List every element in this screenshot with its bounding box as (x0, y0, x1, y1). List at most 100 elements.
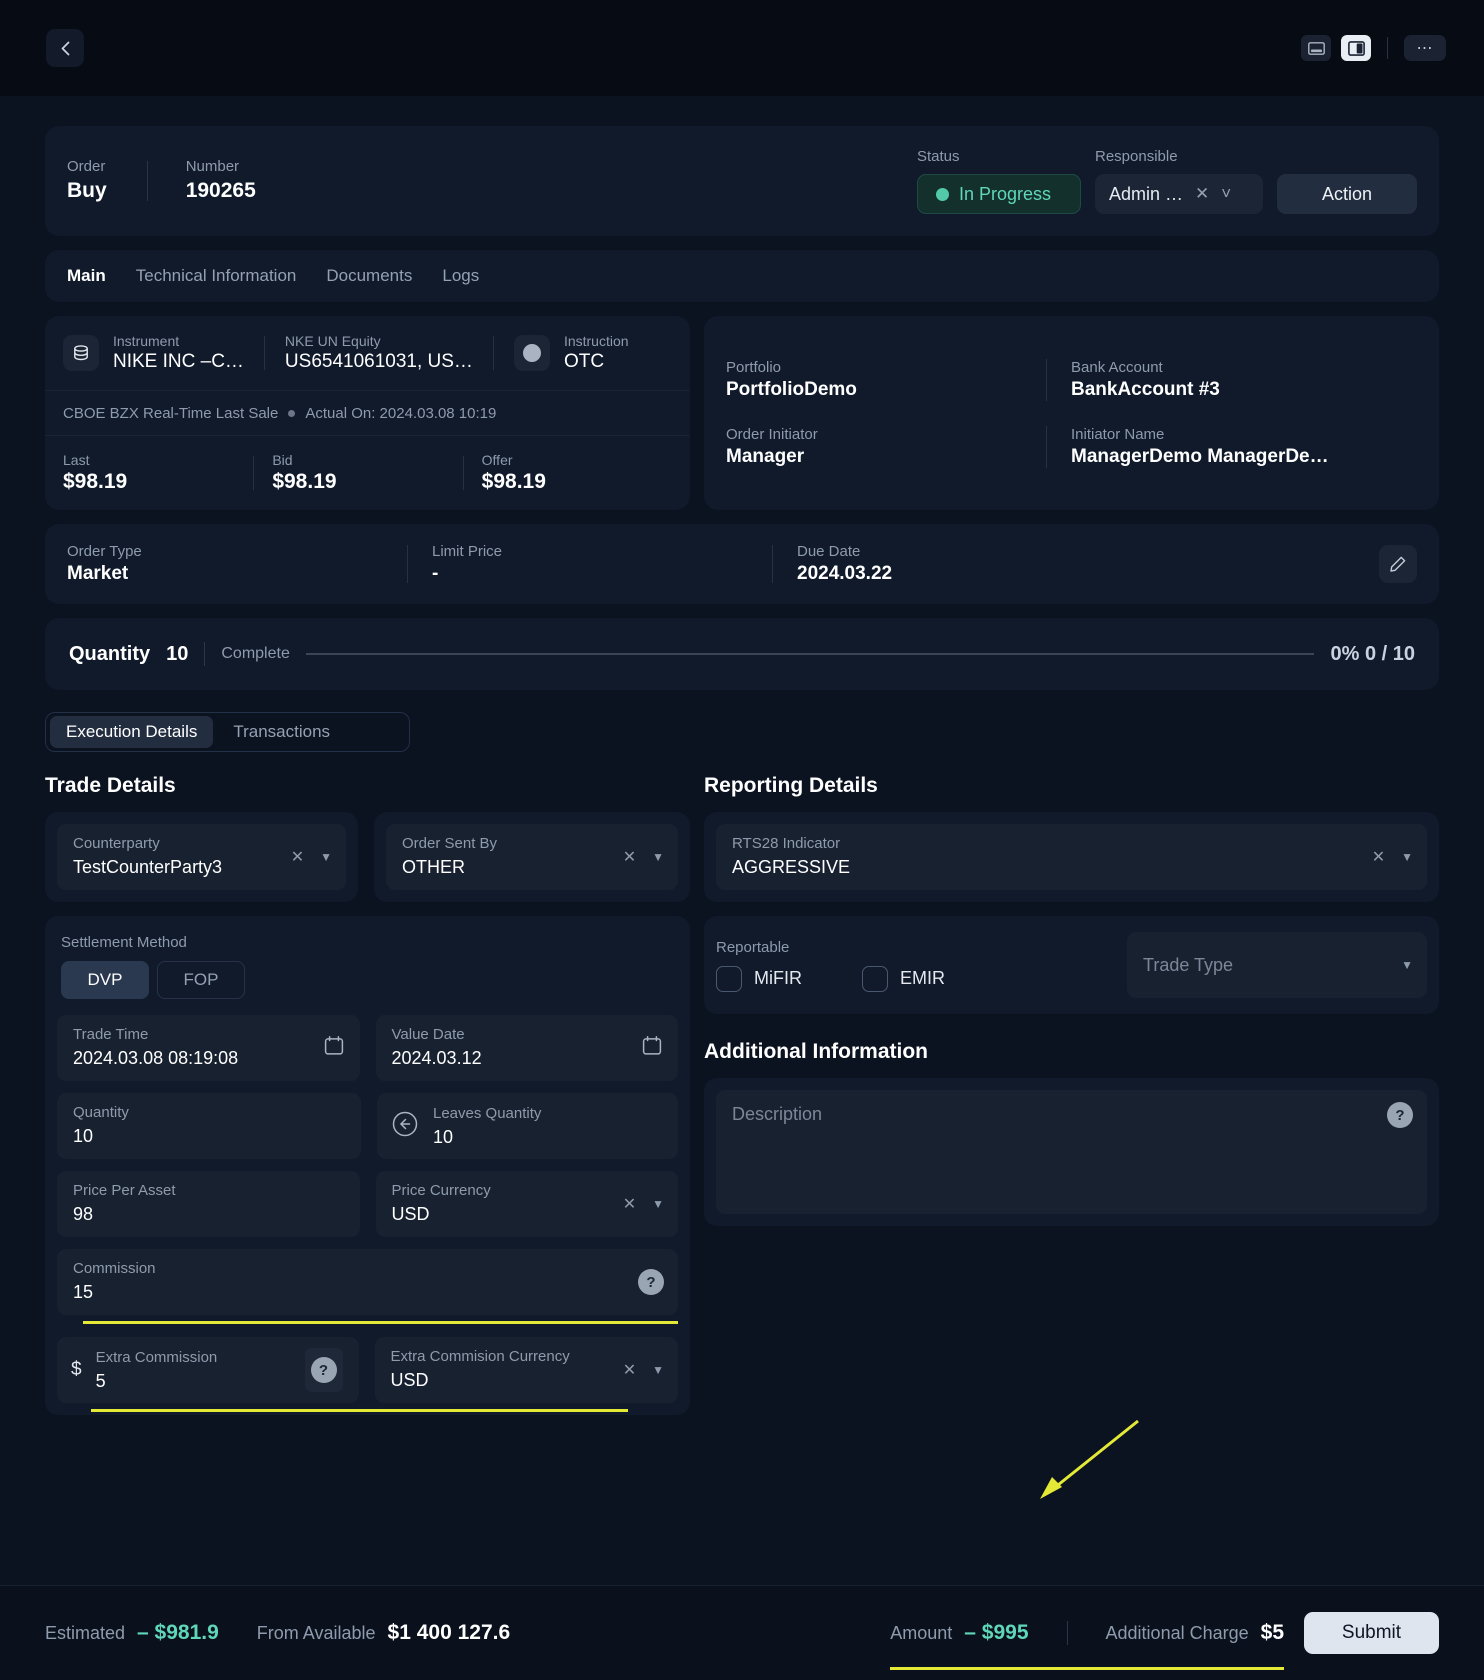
tab-main[interactable]: Main (67, 266, 106, 286)
panel-view-icon (1308, 42, 1325, 55)
estimated-group: Estimated – $981.9 (45, 1621, 219, 1645)
clear-icon[interactable]: ✕ (291, 847, 304, 867)
bid-label: Bid (272, 452, 462, 468)
calendar-icon[interactable] (324, 1036, 344, 1061)
portfolio-divider (1046, 359, 1047, 401)
subtab-transactions[interactable]: Transactions (217, 716, 346, 748)
trade-time-field[interactable]: Trade Time 2024.03.08 08:19:08 (57, 1015, 360, 1081)
checkbox-icon[interactable] (716, 966, 742, 992)
instruction-value: OTC (564, 351, 629, 373)
initiator-divider (1046, 426, 1047, 468)
responsible-select[interactable]: Admin … ✕ ˅ (1095, 174, 1263, 214)
commission-wrapper: Commission 15 ? (57, 1249, 678, 1315)
quantity-row: Quantity 10 (57, 1093, 678, 1159)
settlement-option-fop[interactable]: FOP (157, 961, 245, 999)
offer-label: Offer (482, 452, 672, 468)
currency-symbol: $ (71, 1359, 82, 1381)
instrument-name-group: Instrument NIKE INC –C… (113, 333, 264, 373)
clear-icon[interactable]: ✕ (623, 1360, 636, 1380)
description-placeholder: Description (732, 1104, 1411, 1125)
action-button[interactable]: Action (1277, 174, 1417, 214)
price-per-asset-field[interactable]: Price Per Asset 98 (57, 1171, 360, 1237)
extra-commission-currency-value: USD (391, 1370, 663, 1391)
commission-controls: ? (638, 1269, 664, 1295)
amount-highlight-underline (890, 1667, 1284, 1670)
chevron-down-icon[interactable]: ▼ (1401, 850, 1413, 864)
more-options-button[interactable]: ⋯ (1404, 35, 1446, 61)
edit-order-button[interactable] (1379, 545, 1417, 583)
description-field[interactable]: Description ? (716, 1090, 1427, 1214)
commission-label: Commission (73, 1260, 662, 1277)
back-button[interactable] (46, 29, 84, 67)
order-sent-by-field[interactable]: Order Sent By OTHER ✕ ▼ (386, 824, 678, 890)
calendar-icon[interactable] (642, 1036, 662, 1061)
tab-documents[interactable]: Documents (326, 266, 412, 286)
submit-button[interactable]: Submit (1304, 1612, 1439, 1654)
checkbox-icon[interactable] (862, 966, 888, 992)
portfolio-label: Portfolio (726, 359, 1046, 376)
settlement-method-group: Settlement Method DVP FOP (57, 928, 678, 1001)
panel-view-button[interactable] (1301, 35, 1331, 61)
counterparty-field[interactable]: Counterparty TestCounterParty3 ✕ ▼ (57, 824, 346, 890)
chevron-down-icon[interactable]: ▼ (652, 850, 664, 864)
status-label: Status (917, 148, 1081, 165)
checkbox-mifir[interactable]: MiFIR (716, 966, 802, 992)
order-initiator-group: Order Initiator Manager (726, 426, 1046, 468)
order-type-value: Market (67, 563, 407, 585)
extra-currency-controls: ✕ ▼ (623, 1360, 664, 1380)
quantity-progress-card: Quantity 10 Complete 0% 0 / 10 (45, 618, 1439, 690)
extra-commission-field[interactable]: $ Extra Commission 5 ? (57, 1337, 359, 1403)
bottom-right-group: Amount – $995 Additional Charge $5 Submi… (890, 1612, 1439, 1654)
rts28-field[interactable]: RTS28 Indicator AGGRESSIVE ✕ ▼ (716, 824, 1427, 890)
from-available-group: From Available $1 400 127.6 (257, 1621, 510, 1645)
last-value: $98.19 (63, 470, 253, 494)
chevron-down-icon[interactable]: ▼ (652, 1363, 664, 1377)
subtab-execution-details[interactable]: Execution Details (50, 716, 213, 748)
chevron-down-icon[interactable]: ▼ (320, 850, 332, 864)
tab-logs[interactable]: Logs (442, 266, 479, 286)
description-panel: Description ? (704, 1078, 1439, 1226)
header-divider (147, 161, 148, 201)
help-icon[interactable]: ? (1387, 1102, 1413, 1128)
extra-commission-currency-label: Extra Commision Currency (391, 1348, 663, 1365)
rts28-value: AGGRESSIVE (732, 857, 1411, 878)
clear-icon[interactable]: ✕ (1372, 847, 1385, 867)
order-initiator-value: Manager (726, 446, 1026, 468)
clear-icon[interactable]: ✕ (1195, 184, 1209, 204)
emir-label: EMIR (900, 968, 945, 989)
tab-technical-information[interactable]: Technical Information (136, 266, 297, 286)
quantity-field[interactable]: Quantity 10 (57, 1093, 361, 1159)
mifir-label: MiFIR (754, 968, 802, 989)
clear-icon[interactable]: ✕ (623, 1194, 636, 1214)
bank-account-group: Bank Account BankAccount #3 (1071, 359, 1391, 401)
status-dot-icon (936, 188, 949, 201)
trade-type-field[interactable]: Trade Type ▼ (1127, 932, 1427, 998)
arrow-left-circle-icon[interactable] (390, 1109, 420, 1144)
price-currency-field[interactable]: Price Currency USD ✕ ▼ (376, 1171, 679, 1237)
portfolio-group: Portfolio PortfolioDemo (726, 359, 1046, 401)
chevron-down-icon[interactable]: ▼ (1401, 958, 1413, 972)
leaves-quantity-field[interactable]: Leaves Quantity 10 (377, 1093, 678, 1159)
help-icon[interactable]: ? (311, 1357, 337, 1383)
separator-dot-icon (288, 410, 295, 417)
quantity-label: Quantity (73, 1104, 345, 1121)
checkbox-emir[interactable]: EMIR (862, 966, 945, 992)
status-badge[interactable]: In Progress (917, 174, 1081, 214)
value-date-field[interactable]: Value Date 2024.03.12 (376, 1015, 679, 1081)
help-icon[interactable]: ? (638, 1269, 664, 1295)
instruction-status-icon (514, 335, 550, 371)
commission-field[interactable]: Commission 15 ? (57, 1249, 678, 1315)
chevron-down-icon[interactable]: ˅ (1221, 184, 1231, 204)
reportable-label: Reportable (716, 939, 1099, 956)
chevron-down-icon[interactable]: ▼ (652, 1197, 664, 1211)
commission-value: 15 (73, 1282, 662, 1303)
extra-commission-currency-field[interactable]: Extra Commision Currency USD ✕ ▼ (375, 1337, 679, 1403)
additional-charge-value: $5 (1261, 1621, 1284, 1645)
extra-commission-highlight-underline (91, 1409, 628, 1412)
split-view-button[interactable] (1341, 35, 1371, 61)
clear-icon[interactable]: ✕ (623, 847, 636, 867)
from-available-value: $1 400 127.6 (388, 1621, 511, 1645)
coins-stack-icon (63, 335, 99, 371)
portfolio-card: Portfolio PortfolioDemo Bank Account Ban… (704, 316, 1439, 510)
settlement-option-dvp[interactable]: DVP (61, 961, 149, 999)
